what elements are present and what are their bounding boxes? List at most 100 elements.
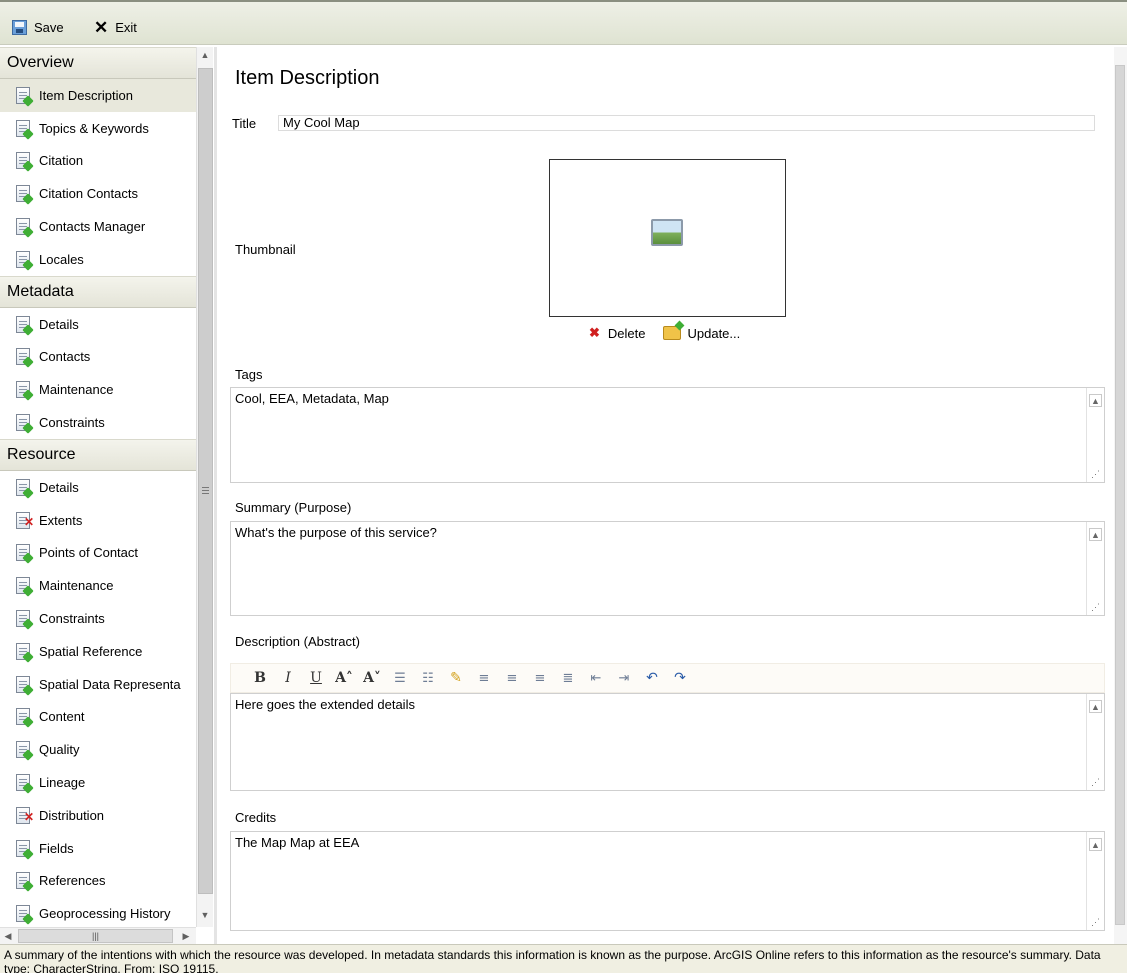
document-valid-icon: [16, 152, 30, 170]
folder-open-icon[interactable]: [663, 326, 682, 340]
title-field[interactable]: My Cool Map: [278, 115, 1095, 131]
rich-text-toolbar: B I U A˄ A˅ ☰ ☷ ✎ ≡ ≡ ≡ ≣ ⇤ ⇥ ↶ ↷: [230, 663, 1105, 693]
scrollbar-thumb[interactable]: [198, 68, 213, 894]
scroll-up-icon[interactable]: ▲: [1089, 528, 1102, 541]
delete-icon[interactable]: ✖: [589, 325, 600, 341]
document-icon: [16, 218, 30, 236]
nav-item-label: Citation Contacts: [39, 186, 138, 202]
exit-label: Exit: [115, 19, 137, 35]
exit-button[interactable]: ✕ Exit: [94, 18, 137, 36]
nav-item-label: Contacts Manager: [39, 219, 146, 235]
nav-item[interactable]: Fields: [0, 832, 196, 865]
bold-button[interactable]: B: [249, 670, 271, 686]
nav-item[interactable]: Locales: [0, 243, 196, 276]
nav-item[interactable]: Citation Contacts: [0, 177, 196, 210]
nav-item[interactable]: Content: [0, 701, 196, 734]
scroll-up-icon[interactable]: ▲: [1089, 838, 1102, 851]
bullet-list-button[interactable]: ☰: [389, 671, 411, 686]
nav-item[interactable]: Lineage: [0, 766, 196, 799]
outdent-button[interactable]: ⇤: [585, 671, 607, 686]
delete-thumbnail-button[interactable]: Delete: [608, 326, 646, 341]
nav-section-header[interactable]: Overview: [0, 47, 196, 79]
nav-item-label: Details: [39, 316, 79, 332]
nav-item-label: Distribution: [39, 807, 105, 823]
nav-item[interactable]: Maintenance: [0, 569, 196, 602]
scrollbar-thumb[interactable]: [1115, 65, 1125, 925]
nav-item[interactable]: Constraints: [0, 602, 196, 635]
nav-item[interactable]: Contacts Manager: [0, 210, 196, 243]
thumbnail-actions: ✖ Delete Update...: [589, 325, 740, 341]
nav-item[interactable]: Extents: [0, 504, 196, 537]
credits-field[interactable]: The Map Map at EEA ▲ ⋰: [230, 831, 1105, 931]
undo-button[interactable]: ↶: [641, 670, 663, 686]
align-left-button[interactable]: ≡: [473, 671, 495, 686]
credits-value: The Map Map at EEA: [235, 835, 360, 850]
increase-font-button[interactable]: A˄: [333, 670, 355, 686]
nav-item[interactable]: Maintenance: [0, 373, 196, 406]
resize-grip-icon[interactable]: ⋰: [1089, 468, 1102, 480]
title-label: Title: [232, 116, 257, 131]
nav-section-header[interactable]: Metadata: [0, 275, 196, 308]
nav-item-label: Extents: [39, 512, 83, 528]
nav-item[interactable]: Citation: [0, 145, 196, 178]
horizontal-scrollbar-thumb[interactable]: |||: [18, 929, 173, 943]
nav-item[interactable]: Spatial Reference: [0, 635, 196, 668]
nav-item-label: Fields: [39, 840, 74, 856]
highlight-button[interactable]: ✎: [445, 670, 467, 686]
resize-grip-icon[interactable]: ⋰: [1089, 916, 1102, 928]
nav-item[interactable]: Contacts: [0, 341, 196, 374]
nav-item[interactable]: Constraints: [0, 406, 196, 439]
navigation-vertical-scrollbar[interactable]: ▲ ▼: [196, 47, 213, 927]
nav-item[interactable]: Geoprocessing History: [0, 897, 196, 927]
nav-section-header[interactable]: Resource: [0, 438, 196, 471]
scroll-up-icon[interactable]: ▲: [1089, 700, 1102, 713]
resize-grip-icon[interactable]: ⋰: [1089, 601, 1102, 613]
description-field[interactable]: Here goes the extended details ▲ ⋰: [230, 693, 1105, 791]
nav-item[interactable]: Item Description: [0, 79, 196, 112]
nav-item-label: Maintenance: [39, 382, 114, 398]
scroll-up-icon[interactable]: ▲: [1089, 394, 1102, 407]
scroll-down-icon[interactable]: ▼: [197, 907, 213, 924]
nav-item-label: Spatial Data Representa: [39, 676, 181, 692]
document-valid-icon: [16, 839, 30, 857]
nav-item[interactable]: Spatial Data Representa: [0, 668, 196, 701]
numbered-list-button[interactable]: ☷: [417, 671, 439, 686]
scroll-up-icon[interactable]: ▲: [197, 47, 213, 64]
document-valid-icon: [16, 381, 30, 399]
decrease-font-button[interactable]: A˅: [361, 670, 383, 686]
nav-item[interactable]: References: [0, 865, 196, 898]
document-valid-icon: [16, 741, 30, 759]
scroll-left-icon[interactable]: ◀: [0, 928, 16, 945]
indent-button[interactable]: ⇥: [613, 671, 635, 686]
document-valid-icon: [16, 774, 30, 792]
nav-item[interactable]: Topics & Keywords: [0, 112, 196, 145]
update-thumbnail-button[interactable]: Update...: [687, 326, 740, 341]
summary-field[interactable]: What's the purpose of this service? ▲ ⋰: [230, 521, 1105, 616]
align-right-button[interactable]: ≡: [529, 671, 551, 686]
italic-button[interactable]: I: [277, 670, 299, 686]
nav-item-label: Item Description: [39, 87, 133, 103]
nav-item[interactable]: Details: [0, 471, 196, 504]
nav-item[interactable]: Distribution: [0, 799, 196, 832]
document-valid-icon: [16, 642, 30, 660]
tags-field[interactable]: Cool, EEA, Metadata, Map ▲ ⋰: [230, 387, 1105, 483]
save-button[interactable]: Save: [12, 18, 64, 36]
content-vertical-scrollbar[interactable]: [1114, 47, 1127, 944]
underline-button[interactable]: U: [305, 670, 327, 686]
navigation-pane: Overview Item Description Topics & Keyword…: [0, 47, 196, 927]
resize-grip-icon[interactable]: ⋰: [1089, 776, 1102, 788]
nav-item[interactable]: Quality: [0, 733, 196, 766]
document-valid-icon: [16, 315, 30, 333]
nav-item[interactable]: Details: [0, 308, 196, 341]
scroll-right-icon[interactable]: ▶: [178, 928, 194, 945]
document-valid-icon: [16, 478, 30, 496]
redo-button[interactable]: ↷: [669, 670, 691, 686]
navigation-horizontal-scrollbar[interactable]: ◀ ||| ▶: [0, 927, 196, 944]
nav-item[interactable]: Points of Contact: [0, 537, 196, 570]
document-valid-icon: [16, 675, 30, 693]
align-center-button[interactable]: ≡: [501, 671, 523, 686]
document-error-icon: [16, 511, 34, 529]
justify-button[interactable]: ≣: [557, 671, 579, 686]
nav-item-label: Quality: [39, 742, 80, 758]
nav-item-label: Details: [39, 479, 79, 495]
